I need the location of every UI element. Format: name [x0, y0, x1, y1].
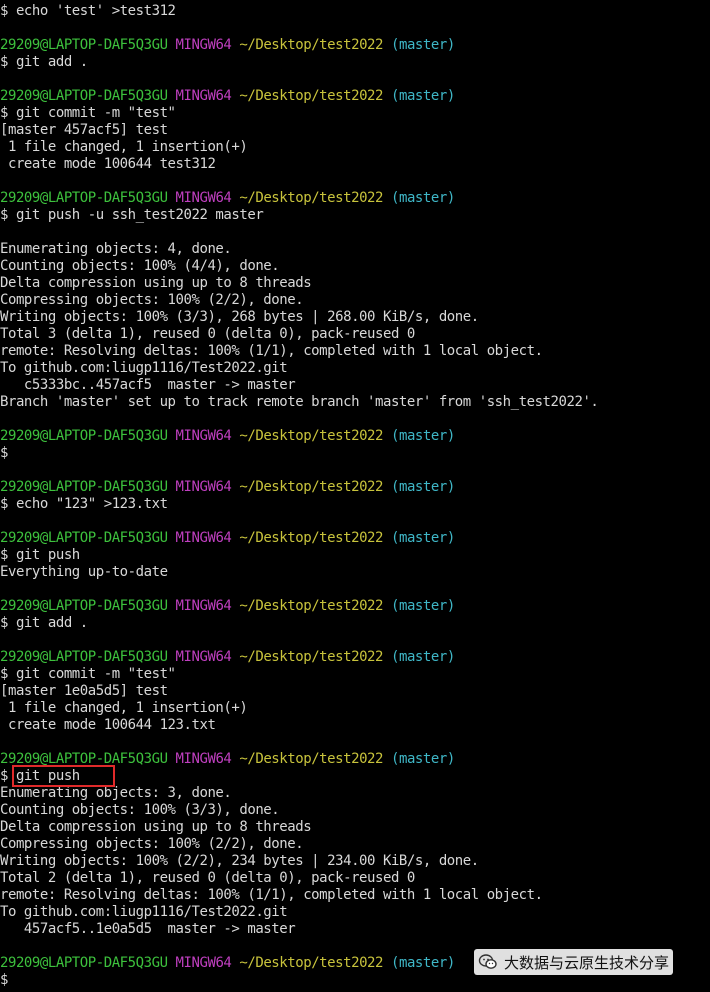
output-line: 1 file changed, 1 insertion(+) — [0, 700, 248, 716]
prompt-env: MINGW64 — [175, 955, 232, 971]
prompt-user: 29209@LAPTOP-DAF5Q3GU — [0, 428, 168, 444]
prompt-path: ~/Desktop/test2022 — [239, 598, 384, 614]
prompt-env: MINGW64 — [175, 190, 232, 206]
output-line: Delta compression using up to 8 threads — [0, 275, 312, 291]
output-line: To github.com:liugp1116/Test2022.git — [0, 904, 288, 920]
prompt-line: 29209@LAPTOP-DAF5Q3GU MINGW64 ~/Desktop/… — [0, 955, 455, 972]
prompt-branch: (master) — [391, 751, 455, 767]
prompt-env: MINGW64 — [175, 649, 232, 665]
output-line: Compressing objects: 100% (2/2), done. — [0, 292, 304, 308]
prompt-path: ~/Desktop/test2022 — [239, 37, 384, 53]
prompt-line: 29209@LAPTOP-DAF5Q3GU MINGW64 ~/Desktop/… — [0, 37, 455, 54]
prompt-user: 29209@LAPTOP-DAF5Q3GU — [0, 598, 168, 614]
output-line: create mode 100644 test312 — [0, 156, 216, 172]
command-line: $ git push — [0, 547, 80, 563]
prompt-branch: (master) — [391, 428, 455, 444]
output-line: remote: Resolving deltas: 100% (1/1), co… — [0, 887, 543, 903]
prompt-user: 29209@LAPTOP-DAF5Q3GU — [0, 530, 168, 546]
prompt-line: 29209@LAPTOP-DAF5Q3GU MINGW64 ~/Desktop/… — [0, 88, 455, 105]
prompt-path: ~/Desktop/test2022 — [239, 955, 384, 971]
command-line: $ — [0, 972, 8, 988]
prompt-user: 29209@LAPTOP-DAF5Q3GU — [0, 88, 168, 104]
output-line: Branch 'master' set up to track remote b… — [0, 394, 599, 410]
prompt-path: ~/Desktop/test2022 — [239, 649, 384, 665]
prompt-path: ~/Desktop/test2022 — [239, 190, 384, 206]
prompt-branch: (master) — [391, 955, 455, 971]
command-line: $ git add . — [0, 615, 88, 631]
prompt-line: 29209@LAPTOP-DAF5Q3GU MINGW64 ~/Desktop/… — [0, 598, 455, 615]
prompt-user: 29209@LAPTOP-DAF5Q3GU — [0, 479, 168, 495]
prompt-user: 29209@LAPTOP-DAF5Q3GU — [0, 37, 168, 53]
command-line: $ git push -u ssh_test2022 master — [0, 207, 264, 223]
command-line: $ — [0, 445, 8, 461]
command-line: $ echo "123" >123.txt — [0, 496, 168, 512]
command-line: $ echo 'test' >test312 — [0, 3, 176, 19]
prompt-user: 29209@LAPTOP-DAF5Q3GU — [0, 649, 168, 665]
prompt-env: MINGW64 — [175, 428, 232, 444]
prompt-line: 29209@LAPTOP-DAF5Q3GU MINGW64 ~/Desktop/… — [0, 530, 455, 547]
output-line: create mode 100644 123.txt — [0, 717, 216, 733]
prompt-env: MINGW64 — [175, 751, 232, 767]
prompt-env: MINGW64 — [175, 37, 232, 53]
prompt-line: 29209@LAPTOP-DAF5Q3GU MINGW64 ~/Desktop/… — [0, 428, 455, 445]
prompt-branch: (master) — [391, 649, 455, 665]
prompt-branch: (master) — [391, 88, 455, 104]
command-line: $ git add . — [0, 54, 88, 70]
prompt-env: MINGW64 — [175, 530, 232, 546]
command-line: $ git commit -m "test" — [0, 666, 176, 682]
prompt-branch: (master) — [391, 37, 455, 53]
output-line: [master 457acf5] test — [0, 122, 168, 138]
output-line: Compressing objects: 100% (2/2), done. — [0, 836, 304, 852]
watermark-text: 大数据与云原生技术分享 — [504, 953, 670, 972]
prompt-env: MINGW64 — [175, 598, 232, 614]
watermark: 大数据与云原生技术分享 — [474, 949, 674, 975]
prompt-branch: (master) — [391, 530, 455, 546]
output-line: 1 file changed, 1 insertion(+) — [0, 139, 248, 155]
prompt-line: 29209@LAPTOP-DAF5Q3GU MINGW64 ~/Desktop/… — [0, 479, 455, 496]
output-line: Enumerating objects: 4, done. — [0, 241, 232, 257]
prompt-path: ~/Desktop/test2022 — [239, 428, 384, 444]
prompt-line: 29209@LAPTOP-DAF5Q3GU MINGW64 ~/Desktop/… — [0, 649, 455, 666]
wechat-icon — [478, 954, 497, 969]
output-line: c5333bc..457acf5 master -> master — [0, 377, 296, 393]
prompt-branch: (master) — [391, 190, 455, 206]
prompt-env: MINGW64 — [175, 88, 232, 104]
prompt-env: MINGW64 — [175, 479, 232, 495]
terminal-window[interactable]: $ echo 'test' >test312 29209@LAPTOP-DAF5Q… — [0, 0, 710, 992]
prompt-user: 29209@LAPTOP-DAF5Q3GU — [0, 190, 168, 206]
prompt-path: ~/Desktop/test2022 — [239, 530, 384, 546]
output-line: Total 3 (delta 1), reused 0 (delta 0), p… — [0, 326, 415, 342]
output-line: Total 2 (delta 1), reused 0 (delta 0), p… — [0, 870, 415, 886]
output-line: [master 1e0a5d5] test — [0, 683, 168, 699]
prompt-branch: (master) — [391, 479, 455, 495]
prompt-path: ~/Desktop/test2022 — [239, 479, 384, 495]
output-line: Counting objects: 100% (3/3), done. — [0, 802, 280, 818]
prompt-user: 29209@LAPTOP-DAF5Q3GU — [0, 955, 168, 971]
prompt-path: ~/Desktop/test2022 — [239, 88, 384, 104]
output-line: remote: Resolving deltas: 100% (1/1), co… — [0, 343, 543, 359]
output-line: 457acf5..1e0a5d5 master -> master — [0, 921, 296, 937]
highlight-box — [12, 765, 115, 787]
command-line: $ git commit -m "test" — [0, 105, 176, 121]
output-line: Writing objects: 100% (3/3), 268 bytes |… — [0, 309, 479, 325]
prompt-line: 29209@LAPTOP-DAF5Q3GU MINGW64 ~/Desktop/… — [0, 190, 455, 207]
output-line: Everything up-to-date — [0, 564, 168, 580]
output-line: Delta compression using up to 8 threads — [0, 819, 312, 835]
output-line: Writing objects: 100% (2/2), 234 bytes |… — [0, 853, 479, 869]
output-line: To github.com:liugp1116/Test2022.git — [0, 360, 288, 376]
output-line: Counting objects: 100% (4/4), done. — [0, 258, 280, 274]
prompt-branch: (master) — [391, 598, 455, 614]
prompt-path: ~/Desktop/test2022 — [239, 751, 384, 767]
output-line: Enumerating objects: 3, done. — [0, 785, 232, 801]
